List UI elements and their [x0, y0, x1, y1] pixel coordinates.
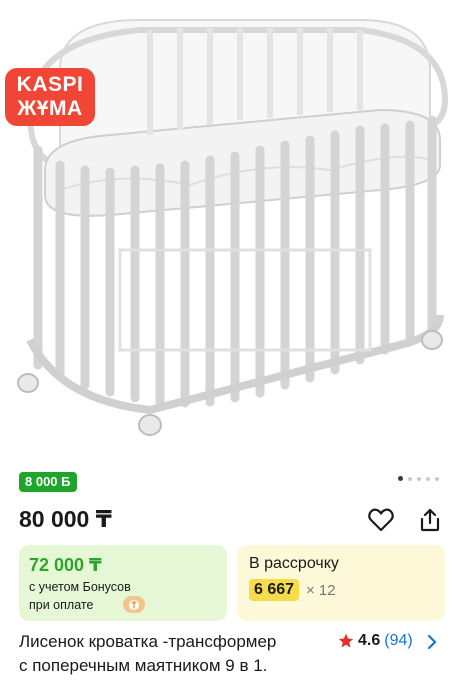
reviews-count[interactable]: (94)	[384, 632, 412, 650]
star-icon	[338, 633, 354, 648]
bonus-price: 72 000 ₸	[29, 555, 102, 575]
bonus-coin-icon	[123, 596, 145, 613]
share-button[interactable]	[415, 505, 445, 535]
gallery-dot-active[interactable]	[398, 476, 403, 481]
bonus-points-badge: 8 000 Б	[19, 472, 77, 492]
promo-line2: ЖҰМА	[17, 97, 83, 120]
heart-icon	[368, 508, 394, 532]
monthly-payment: 6 667	[249, 579, 300, 601]
gallery-dot[interactable]	[426, 476, 430, 481]
favorite-button[interactable]	[366, 505, 396, 535]
chevron-right-icon[interactable]	[425, 633, 439, 651]
gallery-dot[interactable]	[408, 476, 412, 481]
product-title-line1: Лисенок кроватка -трансформер	[19, 632, 277, 651]
share-icon	[420, 508, 440, 532]
gallery-dot[interactable]	[435, 476, 439, 481]
gallery-dot[interactable]	[417, 476, 421, 481]
installment-title: В рассрочку	[249, 555, 339, 572]
product-price: 80 000 ₸	[19, 506, 112, 532]
gallery-pagination[interactable]	[398, 476, 439, 481]
bonus-note-line1: с учетом Бонусов	[29, 580, 131, 594]
bonus-note-line2: при оплате	[29, 598, 94, 612]
installment-card[interactable]: В рассрочку 6 667 × 12	[237, 545, 445, 621]
product-rating[interactable]: 4.6 (94)	[338, 632, 413, 650]
installment-months: × 12	[306, 582, 336, 599]
product-title-line2: с поперечным маятником 9 в 1.	[19, 656, 268, 675]
rating-score: 4.6	[358, 632, 381, 649]
kaspi-juma-promo-badge: KASPI ЖҰМА	[5, 68, 95, 126]
promo-line1: KASPI	[16, 73, 84, 96]
product-image[interactable]: KASPI ЖҰМА	[0, 0, 465, 462]
bonus-price-card[interactable]: 72 000 ₸ с учетом Бонусов при оплате	[19, 545, 227, 621]
